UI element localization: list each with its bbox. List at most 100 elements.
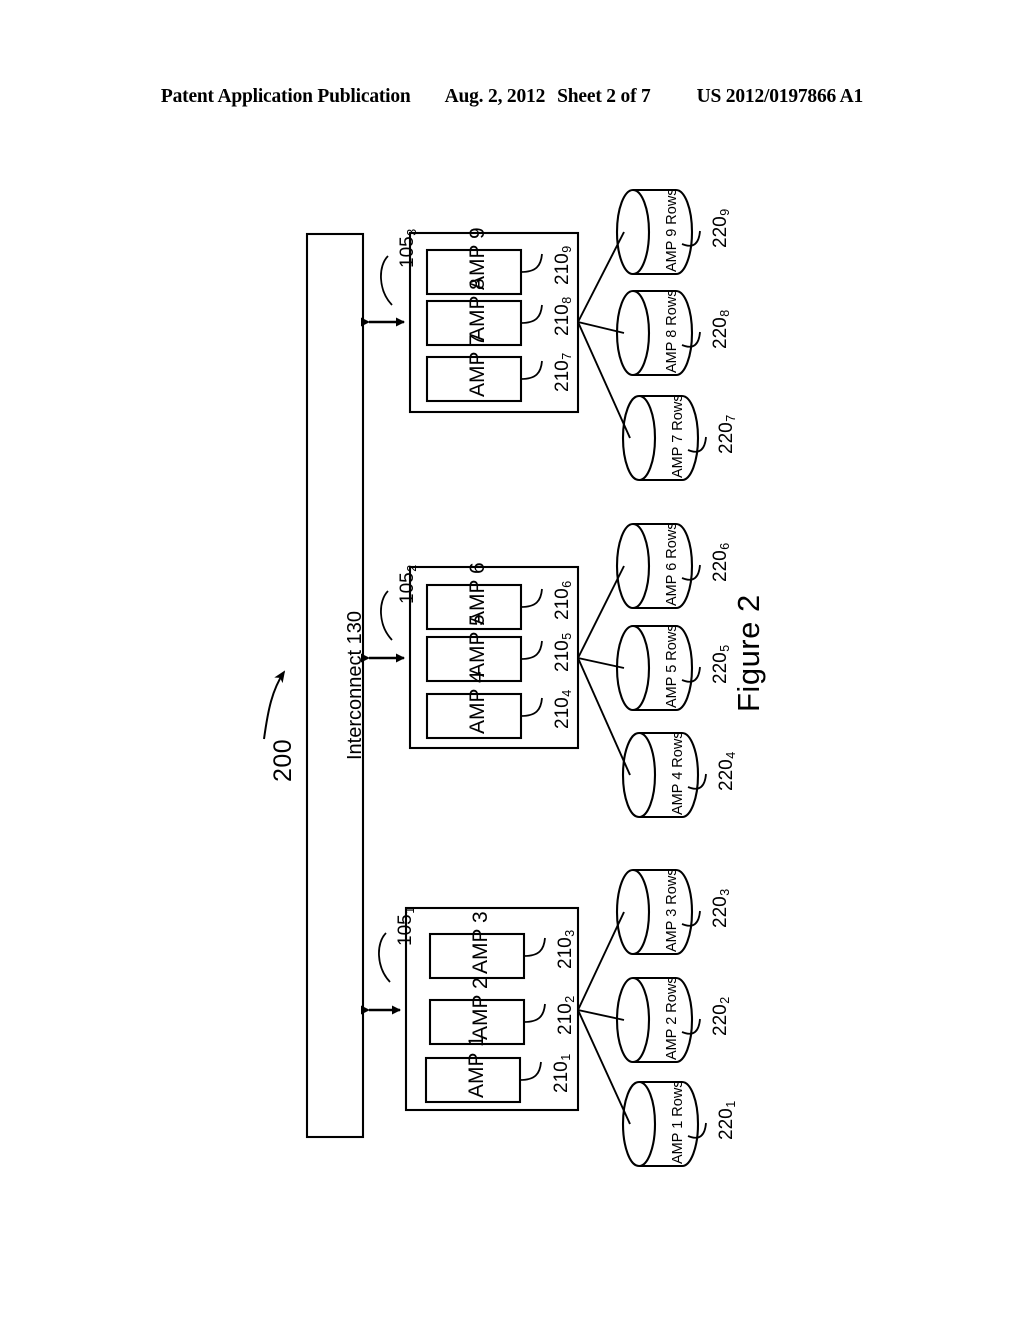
group-1-ref-sub: 1 <box>403 906 417 914</box>
amp-4-reference-label: 2104 <box>552 690 574 729</box>
amp-3-lead-line <box>523 937 546 957</box>
amp-1-reference-label: 2101 <box>551 1054 573 1093</box>
amp-3-ref-sub: 3 <box>563 929 577 937</box>
amp-2-label: AMP 2 <box>469 977 492 1040</box>
amp-9-ref-sub: 9 <box>560 245 574 253</box>
amp-5-lead-line <box>520 640 543 660</box>
store-link-4 <box>577 657 631 776</box>
amp-2-reference-label: 2102 <box>555 996 577 1035</box>
amp-7-lead-line <box>520 360 543 380</box>
data-store-7-reference-label: 2207 <box>716 415 738 454</box>
amp-4-lead-line <box>520 697 543 717</box>
group-3-ref-base: 105 <box>397 236 418 268</box>
amp-9-reference-label: 2109 <box>552 246 574 285</box>
data-store-cylinder-1 <box>621 1080 700 1168</box>
amp-1-lead-line <box>519 1061 542 1081</box>
store-9-ref-sub: 9 <box>718 208 732 216</box>
amp-2-ref-sub: 2 <box>563 995 577 1003</box>
amp-5-reference-label: 2105 <box>552 633 574 672</box>
group-1-ref-base: 105 <box>395 914 416 946</box>
store-4-ref-sub: 4 <box>724 751 738 759</box>
amp-8-ref-base: 210 <box>552 304 573 336</box>
group-3-lead-line <box>380 255 393 306</box>
amp-7-label: AMP 7 <box>466 334 489 397</box>
amp-9-lead-line <box>520 253 543 273</box>
amp-4-ref-base: 210 <box>552 697 573 729</box>
system-lead-line <box>263 670 286 740</box>
amp-7-reference-label: 2107 <box>552 353 574 392</box>
data-store-1-reference-label: 2201 <box>716 1101 738 1140</box>
interconnect-label: Interconnect 130 <box>344 611 367 760</box>
data-store-cylinder-3 <box>615 868 694 956</box>
data-store-6-label: AMP 6 Rows <box>664 522 680 606</box>
store-7-ref-base: 220 <box>716 422 737 454</box>
data-store-6-reference-label: 2206 <box>710 543 732 582</box>
store-9-ref-base: 220 <box>710 216 731 248</box>
amp-2-ref-base: 210 <box>555 1003 576 1035</box>
data-store-2-reference-label: 2202 <box>710 997 732 1036</box>
figure-2-diagram: 200 Interconnect 130 1053 AMP 9 AMP 8 AM… <box>0 0 1024 1320</box>
amp-7-ref-base: 210 <box>552 360 573 392</box>
store-5-ref-base: 220 <box>710 652 731 684</box>
group-1-reference-label: 1051 <box>395 907 417 946</box>
amp-3-reference-label: 2103 <box>555 930 577 969</box>
system-reference-label: 200 <box>269 738 297 782</box>
store-6-ref-sub: 6 <box>718 542 732 550</box>
store-8-ref-sub: 8 <box>718 309 732 317</box>
data-store-4-label: AMP 4 Rows <box>670 731 686 815</box>
amp-1-label: AMP 1 <box>465 1035 488 1098</box>
store-4-ref-base: 220 <box>716 759 737 791</box>
figure-caption: Figure 2 <box>731 594 766 712</box>
amp-8-label: AMP 8 <box>466 278 489 341</box>
amp-9-ref-base: 210 <box>552 253 573 285</box>
group-2-ref-base: 105 <box>397 572 418 604</box>
data-store-cylinder-6 <box>615 522 694 610</box>
store-1-ref-base: 220 <box>716 1108 737 1140</box>
amp-8-ref-sub: 8 <box>560 296 574 304</box>
data-store-2-label: AMP 2 Rows <box>664 976 680 1060</box>
store-3-ref-base: 220 <box>710 896 731 928</box>
data-store-9-label: AMP 9 Rows <box>664 188 680 272</box>
amp-8-reference-label: 2108 <box>552 297 574 336</box>
store-link-7 <box>577 321 631 439</box>
data-store-cylinder-9 <box>615 188 694 276</box>
store-2-ref-sub: 2 <box>718 996 732 1004</box>
data-store-9-reference-label: 2209 <box>710 209 732 248</box>
data-store-1-label: AMP 1 Rows <box>670 1080 686 1164</box>
amp-1-ref-sub: 1 <box>559 1053 573 1061</box>
store-5-ref-sub: 5 <box>718 644 732 652</box>
amp-2-lead-line <box>523 1003 546 1023</box>
store-8-ref-base: 220 <box>710 317 731 349</box>
group-1-lead-line <box>378 932 391 983</box>
diagram-vector-layer <box>263 188 707 1168</box>
amp-4-label: AMP 4 <box>466 671 489 734</box>
data-store-8-label: AMP 8 Rows <box>664 289 680 373</box>
group-2-lead-line <box>380 590 393 641</box>
data-store-7-label: AMP 7 Rows <box>670 394 686 478</box>
amp-3-ref-base: 210 <box>555 937 576 969</box>
store-3-ref-sub: 3 <box>718 888 732 896</box>
amp-6-reference-label: 2106 <box>552 581 574 620</box>
patent-drawing-page: Patent Application Publication Aug. 2, 2… <box>0 0 1024 1320</box>
group-3-ref-sub: 3 <box>405 228 419 236</box>
amp-7-ref-sub: 7 <box>560 352 574 360</box>
store-link-1 <box>577 1009 631 1125</box>
data-store-5-reference-label: 2205 <box>710 645 732 684</box>
data-store-5-label: AMP 5 Rows <box>664 624 680 708</box>
group-3-reference-label: 1053 <box>397 229 419 268</box>
amp-3-label: AMP 3 <box>469 911 492 974</box>
data-store-cylinder-4 <box>621 731 700 819</box>
amp-1-ref-base: 210 <box>551 1061 572 1093</box>
amp-4-ref-sub: 4 <box>560 689 574 697</box>
amp-6-lead-line <box>520 588 543 608</box>
amp-5-ref-sub: 5 <box>560 632 574 640</box>
store-6-ref-base: 220 <box>710 550 731 582</box>
data-store-cylinder-8 <box>615 289 694 377</box>
amp-8-lead-line <box>520 304 543 324</box>
interconnect-text: Interconnect <box>344 644 366 760</box>
data-store-8-reference-label: 2208 <box>710 310 732 349</box>
group-2-ref-sub: 2 <box>405 564 419 572</box>
data-store-cylinder-7 <box>621 394 700 482</box>
amp-6-ref-base: 210 <box>552 588 573 620</box>
data-store-cylinder-2 <box>615 976 694 1064</box>
